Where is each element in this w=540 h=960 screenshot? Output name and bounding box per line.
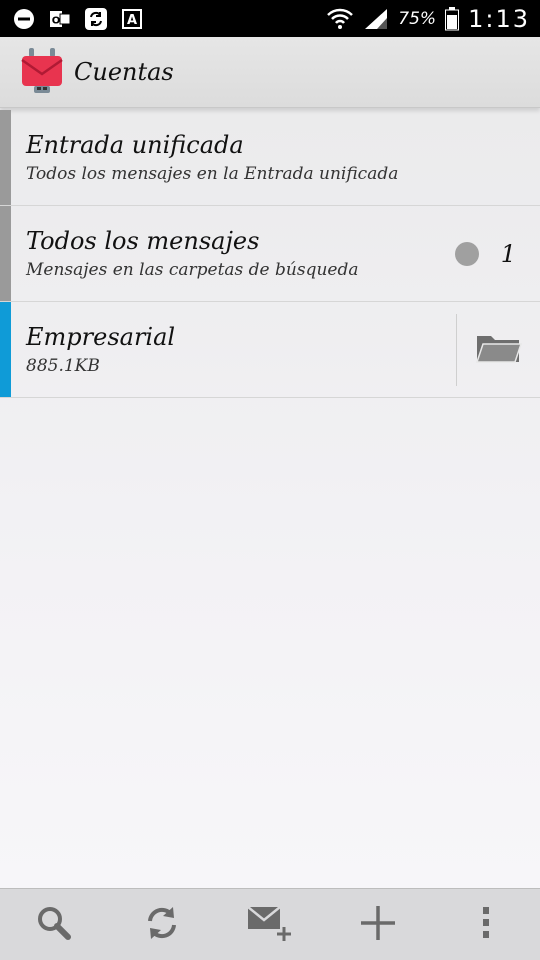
account-title: Todos los mensajes: [26, 226, 260, 255]
do-not-disturb-icon: [12, 7, 36, 31]
folder-icon: [475, 332, 522, 368]
battery-percent: 75%: [398, 8, 437, 29]
account-list: Entrada unificada Todos los mensajes en …: [0, 110, 540, 398]
account-title: Entrada unificada: [26, 130, 244, 159]
search-button[interactable]: [24, 895, 84, 955]
folders-button[interactable]: [456, 314, 540, 386]
add-icon: [358, 903, 398, 947]
svg-text:A: A: [127, 13, 137, 28]
account-color-bar: [0, 206, 11, 301]
battery-icon: [444, 6, 460, 31]
outlook-icon: O: [48, 7, 72, 31]
overflow-menu-icon: [480, 905, 492, 945]
system-indicators: 75% 1:13: [326, 5, 540, 33]
account-row-empresarial[interactable]: Empresarial 885.1KB: [0, 302, 540, 398]
page-title: Cuentas: [74, 58, 174, 86]
account-color-bar: [0, 110, 11, 205]
compose-button[interactable]: [240, 895, 300, 955]
account-color-bar: [0, 302, 11, 397]
account-text: Todos los mensajes Mensajes en las carpe…: [26, 225, 358, 283]
action-bar: Cuentas: [0, 37, 540, 108]
account-subtitle: Mensajes en las carpetas de búsqueda: [26, 259, 359, 280]
add-account-button[interactable]: [348, 895, 408, 955]
unread-dot-icon: [454, 241, 479, 266]
refresh-icon: [143, 904, 181, 946]
overflow-menu-button[interactable]: [456, 895, 516, 955]
svg-text:O: O: [52, 15, 61, 26]
sync-icon: [84, 7, 108, 31]
k9-mail-logo-icon[interactable]: [20, 47, 64, 97]
bottom-action-bar: [0, 888, 540, 960]
status-bar: O A 75% 1:13: [0, 0, 540, 37]
search-icon: [36, 905, 72, 945]
unread-count: 1: [500, 239, 516, 268]
signal-icon: [362, 7, 390, 31]
font-a-icon: A: [120, 7, 144, 31]
compose-icon: [246, 903, 294, 947]
clock: 1:13: [468, 4, 530, 33]
account-text: Entrada unificada Todos los mensajes en …: [26, 129, 398, 187]
unread-indicator[interactable]: 1: [454, 206, 516, 301]
account-subtitle: Todos los mensajes en la Entrada unifica…: [26, 163, 399, 184]
account-row-unified-inbox[interactable]: Entrada unificada Todos los mensajes en …: [0, 110, 540, 206]
account-title: Empresarial: [26, 322, 176, 351]
refresh-button[interactable]: [132, 895, 192, 955]
notification-icons: O A: [0, 7, 144, 31]
wifi-icon: [326, 7, 354, 31]
account-size: 885.1KB: [26, 355, 100, 376]
account-row-all-messages[interactable]: Todos los mensajes Mensajes en las carpe…: [0, 206, 540, 302]
account-text: Empresarial 885.1KB: [26, 321, 175, 379]
